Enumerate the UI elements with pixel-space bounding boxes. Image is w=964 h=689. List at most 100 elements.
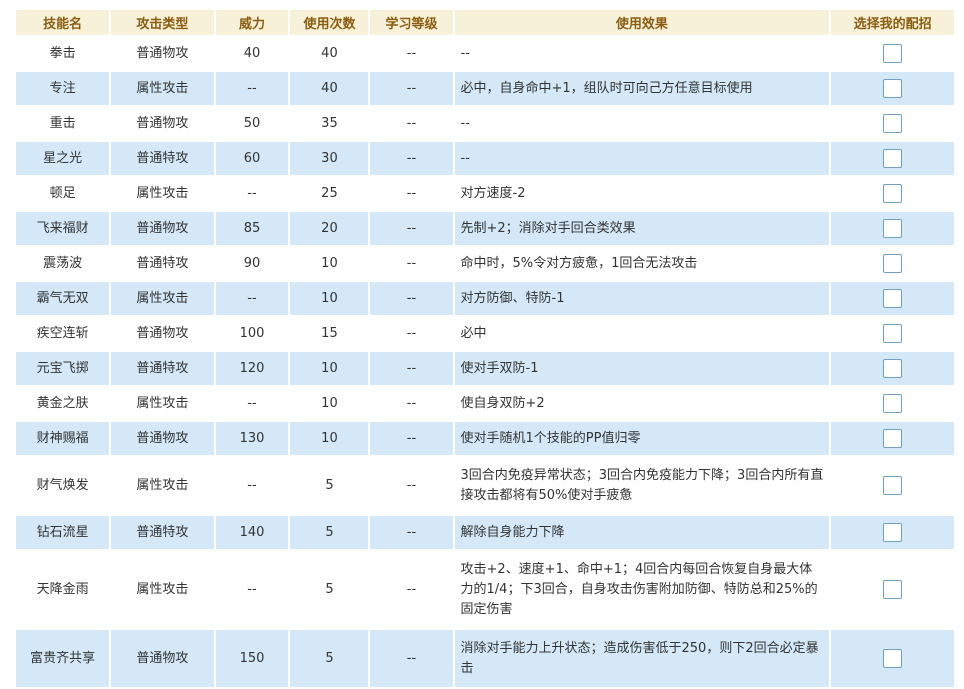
attack-type-cell: 普通物攻 <box>111 630 214 687</box>
header-attack-type: 攻击类型 <box>111 10 214 35</box>
select-skill-checkbox[interactable] <box>883 428 903 448</box>
skill-name-cell: 黄金之肤 <box>16 387 110 420</box>
learn-level-cell: -- <box>370 282 453 315</box>
learn-level-cell: -- <box>370 107 453 140</box>
select-cell <box>831 317 954 350</box>
pp-cell: 5 <box>290 516 369 549</box>
pp-cell: 10 <box>290 282 369 315</box>
skill-name-cell: 飞来福财 <box>16 212 110 245</box>
skill-name-cell: 疾空连斩 <box>16 317 110 350</box>
effect-cell: 对方速度-2 <box>454 177 830 210</box>
pp-cell: 5 <box>290 457 369 514</box>
select-cell <box>831 212 954 245</box>
pp-cell: 20 <box>290 212 369 245</box>
learn-level-cell: -- <box>370 516 453 549</box>
select-skill-checkbox[interactable] <box>883 358 903 378</box>
effect-cell: 对方防御、特防-1 <box>454 282 830 315</box>
learn-level-cell: -- <box>370 422 453 455</box>
skill-name-cell: 震荡波 <box>16 247 110 280</box>
header-skill-name: 技能名 <box>16 10 110 35</box>
select-skill-checkbox[interactable] <box>883 648 903 668</box>
select-skill-checkbox[interactable] <box>883 253 903 273</box>
power-cell: -- <box>215 387 289 420</box>
select-skill-checkbox[interactable] <box>883 148 903 168</box>
learn-level-cell: -- <box>370 37 453 70</box>
attack-type-cell: 属性攻击 <box>111 457 214 514</box>
select-skill-checkbox[interactable] <box>883 323 903 343</box>
power-cell: -- <box>215 282 289 315</box>
power-cell: 120 <box>215 352 289 385</box>
attack-type-cell: 普通特攻 <box>111 247 214 280</box>
attack-type-cell: 属性攻击 <box>111 282 214 315</box>
power-cell: 90 <box>215 247 289 280</box>
select-cell <box>831 72 954 105</box>
attack-type-cell: 普通特攻 <box>111 352 214 385</box>
skill-name-cell: 财神赐福 <box>16 422 110 455</box>
learn-level-cell: -- <box>370 142 453 175</box>
power-cell: 150 <box>215 630 289 687</box>
header-pp: 使用次数 <box>290 10 369 35</box>
select-cell <box>831 37 954 70</box>
attack-type-cell: 属性攻击 <box>111 72 214 105</box>
header-effect: 使用效果 <box>454 10 830 35</box>
pp-cell: 10 <box>290 422 369 455</box>
select-cell <box>831 551 954 628</box>
power-cell: 140 <box>215 516 289 549</box>
table-row: 元宝飞掷 普通特攻 120 10 -- 使对手双防-1 <box>16 352 954 385</box>
attack-type-cell: 普通物攻 <box>111 317 214 350</box>
header-power: 威力 <box>215 10 289 35</box>
effect-cell: 使对手双防-1 <box>454 352 830 385</box>
attack-type-cell: 属性攻击 <box>111 387 214 420</box>
attack-type-cell: 普通物攻 <box>111 107 214 140</box>
learn-level-cell: -- <box>370 457 453 514</box>
select-cell <box>831 247 954 280</box>
pp-cell: 5 <box>290 630 369 687</box>
learn-level-cell: -- <box>370 177 453 210</box>
effect-cell: 使对手随机1个技能的PP值归零 <box>454 422 830 455</box>
select-cell <box>831 352 954 385</box>
header-learn-level: 学习等级 <box>370 10 453 35</box>
select-skill-checkbox[interactable] <box>883 183 903 203</box>
select-skill-checkbox[interactable] <box>883 288 903 308</box>
select-cell <box>831 282 954 315</box>
pp-cell: 30 <box>290 142 369 175</box>
attack-type-cell: 普通物攻 <box>111 37 214 70</box>
select-skill-checkbox[interactable] <box>883 78 903 98</box>
pp-cell: 35 <box>290 107 369 140</box>
table-row: 天降金雨 属性攻击 -- 5 -- 攻击+2、速度+1、命中+1；4回合内每回合恢复自身最… <box>16 551 954 628</box>
skill-name-cell: 天降金雨 <box>16 551 110 628</box>
select-skill-checkbox[interactable] <box>883 475 903 495</box>
select-skill-checkbox[interactable] <box>883 522 903 542</box>
select-skill-checkbox[interactable] <box>883 218 903 238</box>
skill-name-cell: 拳击 <box>16 37 110 70</box>
select-cell <box>831 177 954 210</box>
power-cell: -- <box>215 457 289 514</box>
select-skill-checkbox[interactable] <box>883 43 903 63</box>
table-row: 疾空连斩 普通物攻 100 15 -- 必中 <box>16 317 954 350</box>
pp-cell: 10 <box>290 387 369 420</box>
effect-cell: 先制+2；消除对手回合类效果 <box>454 212 830 245</box>
learn-level-cell: -- <box>370 352 453 385</box>
pp-cell: 10 <box>290 352 369 385</box>
table-row: 富贵齐共享 普通物攻 150 5 -- 消除对手能力上升状态；造成伤害低于250，则下2回… <box>16 630 954 687</box>
select-cell <box>831 422 954 455</box>
effect-cell: 攻击+2、速度+1、命中+1；4回合内每回合恢复自身最大体力的1/4；下3回合，… <box>454 551 830 628</box>
skill-name-cell: 顿足 <box>16 177 110 210</box>
attack-type-cell: 普通特攻 <box>111 516 214 549</box>
select-skill-checkbox[interactable] <box>883 393 903 413</box>
table-row: 顿足 属性攻击 -- 25 -- 对方速度-2 <box>16 177 954 210</box>
skill-name-cell: 富贵齐共享 <box>16 630 110 687</box>
attack-type-cell: 属性攻击 <box>111 177 214 210</box>
learn-level-cell: -- <box>370 630 453 687</box>
skill-name-cell: 重击 <box>16 107 110 140</box>
effect-cell: 必中，自身命中+1，组队时可向己方任意目标使用 <box>454 72 830 105</box>
table-header-row: 技能名 攻击类型 威力 使用次数 学习等级 使用效果 选择我的配招 <box>16 10 954 35</box>
skills-table-body: 拳击 普通物攻 40 40 -- -- 专注 属性攻击 -- 40 -- 必中，自身命中+1，组队时可… <box>16 37 954 687</box>
power-cell: 40 <box>215 37 289 70</box>
table-row: 黄金之肤 属性攻击 -- 10 -- 使自身双防+2 <box>16 387 954 420</box>
select-skill-checkbox[interactable] <box>883 579 903 599</box>
select-skill-checkbox[interactable] <box>883 113 903 133</box>
table-row: 财气焕发 属性攻击 -- 5 -- 3回合内免疫异常状态；3回合内免疫能力下降；3回合内所… <box>16 457 954 514</box>
attack-type-cell: 普通特攻 <box>111 142 214 175</box>
select-cell <box>831 107 954 140</box>
